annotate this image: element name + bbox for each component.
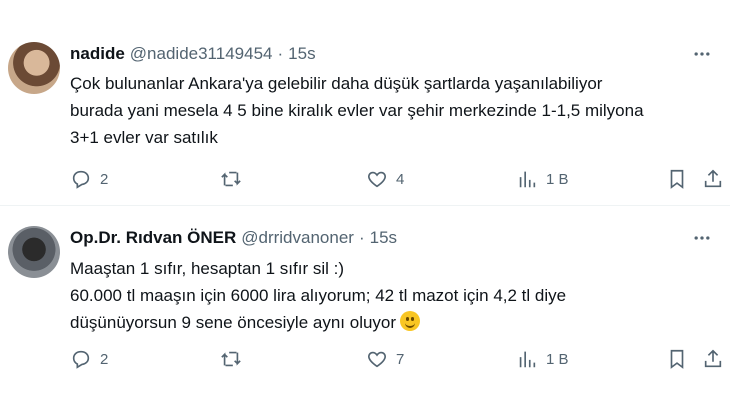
tweet-text-line: Maaştan 1 sıfır, hesaptan 1 sıfır sil :): [70, 259, 345, 278]
bookmark-button[interactable]: [666, 348, 688, 370]
tweet-text-line: düşünüyorsun 9 sene öncesiyle aynı oluyo…: [70, 313, 397, 332]
smiley-emoji-icon: [400, 311, 421, 331]
like-button[interactable]: 7: [366, 348, 404, 370]
views-button[interactable]: 1 B: [516, 348, 569, 370]
retweet-icon: [221, 351, 241, 367]
reply-icon: [72, 350, 90, 369]
bookmark-icon: [670, 349, 684, 369]
author-name[interactable]: Op.Dr. Rıdvan ÖNER: [70, 228, 236, 248]
reply-button[interactable]: 2: [70, 348, 108, 370]
author-handle[interactable]: @drridvanoner: [241, 228, 354, 248]
views-count: 1 B: [546, 350, 569, 368]
tweet[interactable]: Op.Dr. Rıdvan ÖNER @drridvanoner · 15s M…: [0, 0, 730, 420]
timestamp[interactable]: 15s: [370, 228, 397, 248]
like-icon: [368, 351, 386, 368]
more-icon[interactable]: [690, 226, 714, 250]
reply-count: 2: [100, 350, 109, 368]
tweet-text-line-wrap: düşünüyorsun 9 sene öncesiyle aynı oluyo…: [70, 309, 710, 336]
separator-dot: ·: [358, 228, 365, 247]
avatar[interactable]: [8, 226, 60, 278]
tweet-text: Maaştan 1 sıfır, hesaptan 1 sıfır sil :)…: [70, 255, 710, 336]
share-icon: [704, 349, 722, 368]
like-count: 7: [396, 350, 405, 368]
share-button[interactable]: [702, 348, 724, 370]
tweet-text-line: 60.000 tl maaşın için 6000 lira alıyorum…: [70, 286, 567, 305]
retweet-button[interactable]: [220, 348, 250, 370]
tweet-header: Op.Dr. Rıdvan ÖNER @drridvanoner · 15s: [70, 226, 397, 250]
action-bar: 2 7 1 B: [70, 346, 722, 372]
views-icon: [519, 351, 536, 368]
